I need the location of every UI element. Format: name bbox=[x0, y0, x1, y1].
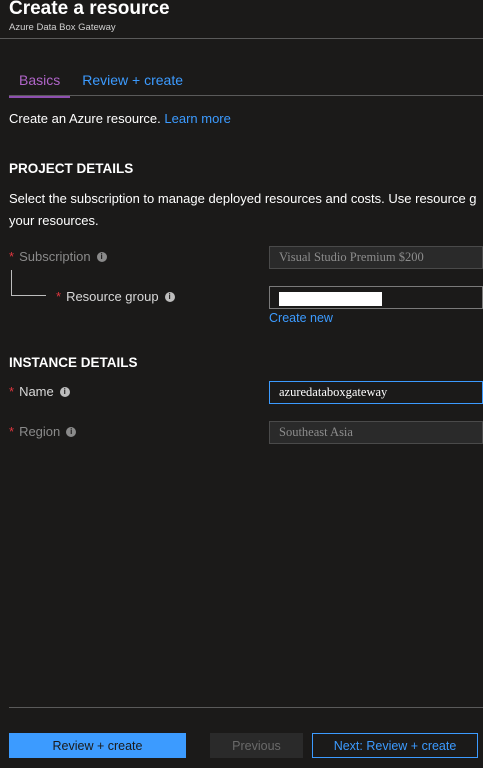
tab-review-create[interactable]: Review + create bbox=[72, 68, 193, 96]
required-asterisk: * bbox=[9, 249, 15, 264]
required-asterisk: * bbox=[9, 384, 15, 399]
region-select[interactable]: Southeast Asia bbox=[269, 421, 483, 444]
subscription-label: * Subscription i bbox=[9, 249, 107, 264]
footer-divider bbox=[9, 707, 483, 708]
instance-details-heading: INSTANCE DETAILS bbox=[9, 355, 138, 370]
required-asterisk: * bbox=[56, 289, 62, 304]
project-details-description: Select the subscription to manage deploy… bbox=[9, 188, 483, 232]
learn-more-link[interactable]: Learn more bbox=[164, 111, 230, 126]
info-icon[interactable]: i bbox=[96, 251, 107, 262]
subscription-select[interactable]: Visual Studio Premium $200 bbox=[269, 246, 483, 269]
next-review-create-button[interactable]: Next: Review + create bbox=[312, 733, 478, 758]
create-new-link[interactable]: Create new bbox=[269, 311, 333, 325]
resource-group-label: * Resource group i bbox=[56, 289, 175, 304]
blade-header: Create a resource Azure Data Box Gateway bbox=[9, 0, 170, 33]
hierarchy-connector bbox=[11, 270, 46, 296]
description-line-2: your resources. bbox=[9, 213, 99, 228]
header-divider bbox=[0, 38, 483, 39]
resource-group-label-text: Resource group bbox=[66, 289, 159, 304]
intro-text: Create an Azure resource. Learn more bbox=[9, 111, 231, 126]
review-create-button[interactable]: Review + create bbox=[9, 733, 186, 758]
previous-button[interactable]: Previous bbox=[210, 733, 303, 758]
redacted-value bbox=[279, 292, 382, 306]
name-input[interactable]: azuredataboxgateway bbox=[269, 381, 483, 404]
info-icon[interactable]: i bbox=[59, 386, 70, 397]
tab-basics[interactable]: Basics bbox=[9, 68, 71, 98]
description-line-1: Select the subscription to manage deploy… bbox=[9, 191, 477, 206]
name-label: * Name i bbox=[9, 384, 70, 399]
subscription-label-text: Subscription bbox=[19, 249, 91, 264]
name-label-text: Name bbox=[19, 384, 54, 399]
project-details-heading: PROJECT DETAILS bbox=[9, 161, 134, 176]
region-label-text: Region bbox=[19, 424, 61, 439]
info-icon[interactable]: i bbox=[164, 291, 175, 302]
tab-divider bbox=[9, 95, 483, 96]
region-label: * Region i bbox=[9, 424, 77, 439]
info-icon[interactable]: i bbox=[66, 426, 77, 437]
page-title: Create a resource bbox=[9, 0, 170, 19]
tab-bar: Basics Review + create bbox=[9, 68, 193, 98]
intro-label: Create an Azure resource. bbox=[9, 111, 161, 126]
page-subtitle: Azure Data Box Gateway bbox=[9, 22, 116, 33]
required-asterisk: * bbox=[9, 424, 15, 439]
